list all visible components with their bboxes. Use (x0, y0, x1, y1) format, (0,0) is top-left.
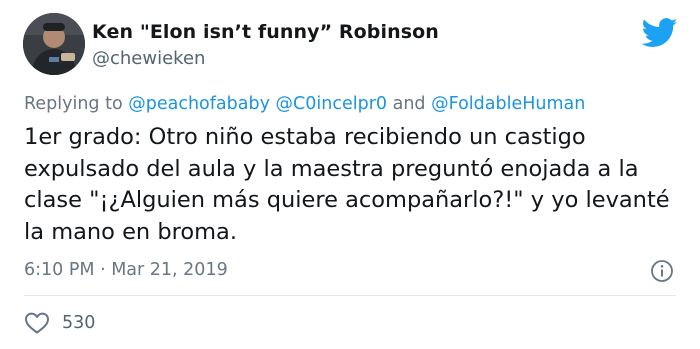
divider (24, 295, 676, 296)
info-icon[interactable] (650, 259, 674, 283)
replying-prefix: Replying to (24, 94, 123, 114)
replying-conjunction: and (392, 94, 426, 114)
avatar[interactable] (23, 13, 85, 75)
heart-icon[interactable] (24, 311, 50, 335)
mention-link[interactable]: @peachofababy (128, 94, 270, 114)
replying-to-line: Replying to @peachofababy @C0incelpr0 an… (24, 94, 585, 114)
tweet-text: 1er grado: Otro niño estaba recibiendo u… (24, 124, 670, 245)
mention-link[interactable]: @C0incelpr0 (276, 94, 388, 114)
display-name[interactable]: Ken "Elon isn’t funny” Robinson (92, 21, 439, 43)
tweet-card: Ken "Elon isn’t funny” Robinson @chewiek… (0, 0, 700, 349)
twitter-bird-icon[interactable] (642, 18, 678, 48)
mention-link[interactable]: @FoldableHuman (431, 94, 585, 114)
user-handle[interactable]: @chewieken (92, 48, 205, 69)
tweet-timestamp[interactable]: 6:10 PM · Mar 21, 2019 (24, 260, 228, 280)
like-count: 530 (62, 313, 96, 333)
